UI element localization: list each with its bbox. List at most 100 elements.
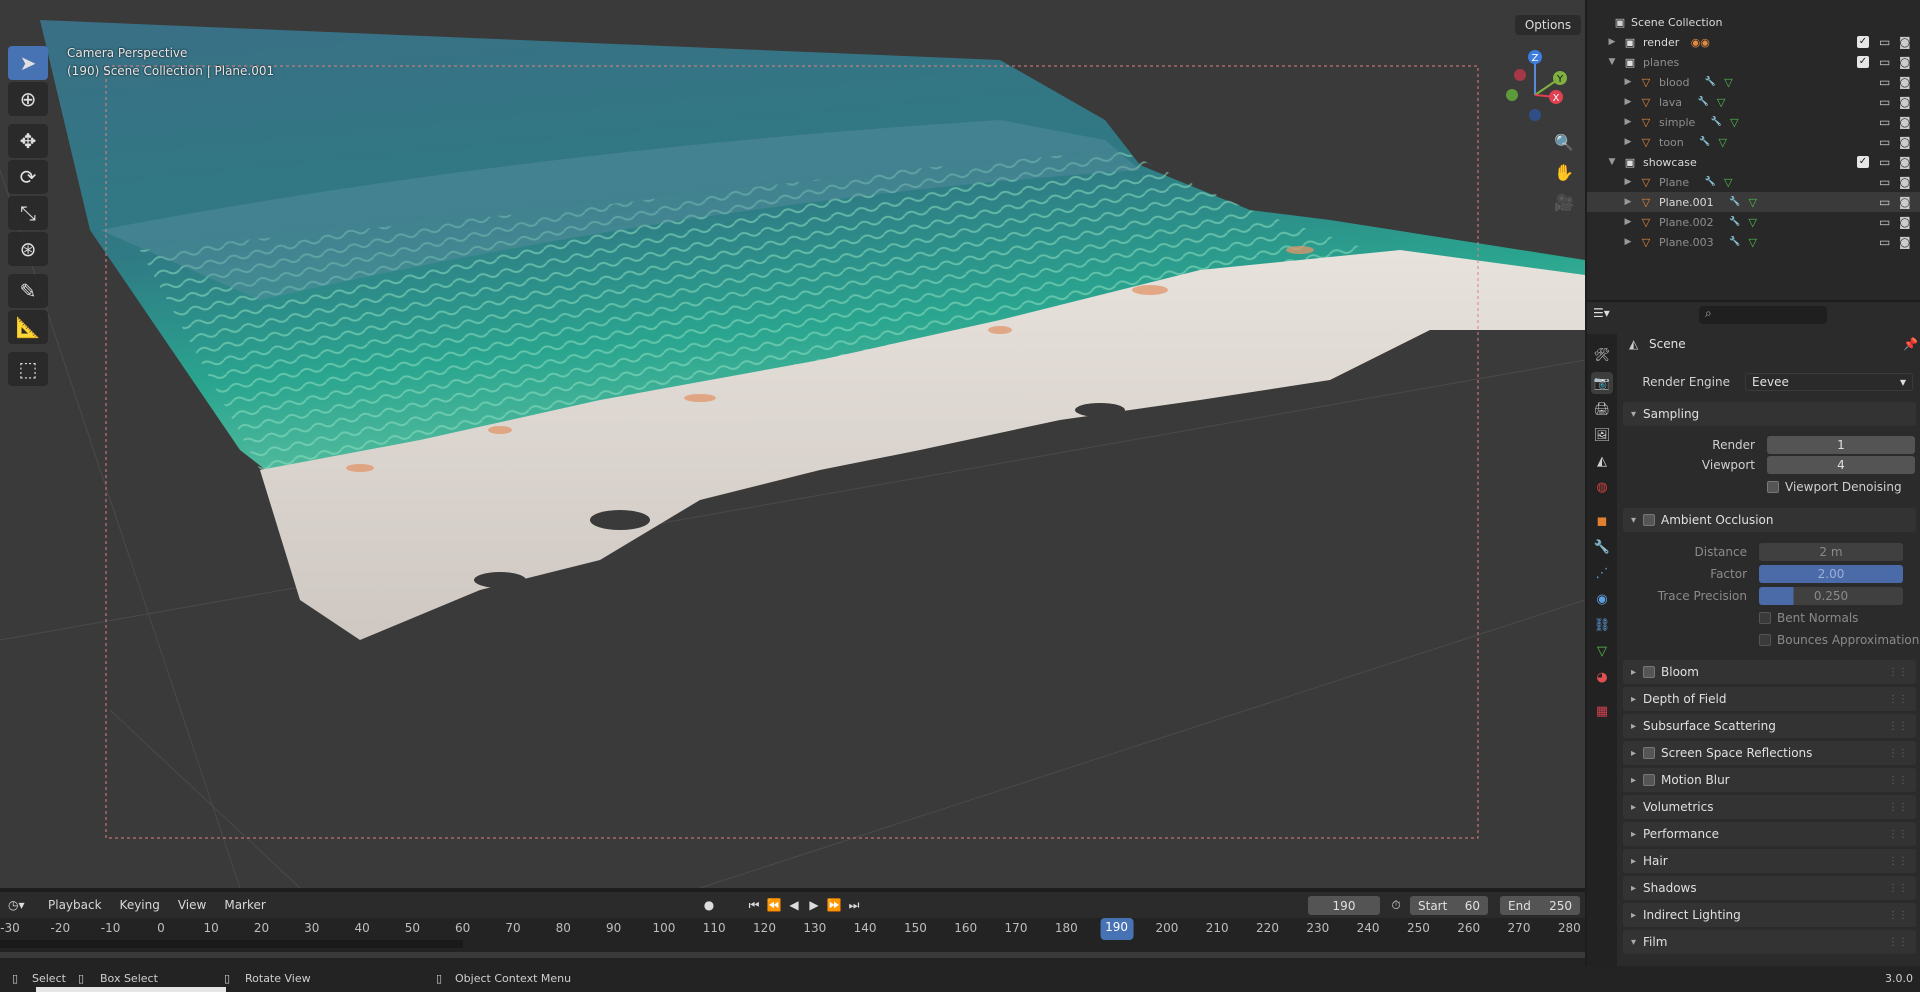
record-button[interactable]: ●: [700, 896, 718, 914]
outliner-row-render[interactable]: ▶ ▣ render ◉◉ ✓ ▭ ◙: [1587, 32, 1920, 52]
panel-sampling[interactable]: ▾ Sampling: [1623, 402, 1916, 426]
add-cube-tool-button[interactable]: ⬚: [8, 352, 48, 386]
render-camera-toggle-icon[interactable]: ◙: [1899, 115, 1911, 129]
panel-shadows[interactable]: ▸ Shadows ⋮⋮: [1623, 876, 1916, 900]
mesh-data-icon[interactable]: ▽: [1746, 235, 1760, 249]
render-objects-icon[interactable]: ◉◉: [1691, 35, 1710, 49]
navigation-gizmo[interactable]: Z Y X: [1506, 50, 1567, 121]
drag-handle-icon[interactable]: ⋮⋮: [1888, 883, 1908, 894]
outliner-row-showcase[interactable]: ▼ ▣ showcase ✓ ▭ ◙: [1587, 152, 1920, 172]
next-keyframe-button[interactable]: ⏩: [825, 896, 843, 914]
mesh-data-icon[interactable]: ▽: [1721, 175, 1735, 189]
tab-view-layer[interactable]: 🖼: [1591, 424, 1613, 446]
bent-normals-checkbox[interactable]: Bent Normals: [1759, 611, 1858, 625]
expand-caret-icon[interactable]: ▶: [1621, 95, 1635, 109]
tab-modifiers[interactable]: 🔧: [1591, 536, 1613, 558]
tab-constraints[interactable]: ⛓: [1591, 614, 1613, 636]
drag-handle-icon[interactable]: ⋮⋮: [1888, 802, 1908, 813]
drag-handle-icon[interactable]: ⋮⋮: [1888, 694, 1908, 705]
mesh-data-icon[interactable]: ▽: [1746, 215, 1760, 229]
viewport-display-icon[interactable]: ▭: [1879, 115, 1890, 129]
modifier-wrench-icon[interactable]: 🔧: [1696, 95, 1710, 109]
drag-handle-icon[interactable]: ⋮⋮: [1888, 667, 1908, 678]
viewport-display-icon[interactable]: ▭: [1879, 135, 1890, 149]
expand-caret-icon[interactable]: ▶: [1621, 235, 1635, 249]
panel-enable-checkbox[interactable]: [1643, 666, 1655, 678]
render-camera-toggle-icon[interactable]: ◙: [1899, 75, 1911, 89]
sampling-viewport-field[interactable]: 4: [1767, 456, 1915, 474]
panel-volumetrics[interactable]: ▸ Volumetrics ⋮⋮: [1623, 795, 1916, 819]
camera-view-button[interactable]: 🎥: [1550, 188, 1578, 216]
editor-type-clock-icon[interactable]: ◷▾: [8, 898, 36, 912]
pin-icon[interactable]: 📌: [1903, 337, 1918, 351]
end-frame-field[interactable]: End 250: [1500, 896, 1580, 915]
outliner-row-plane-002[interactable]: ▶ ▽ Plane.002 🔧 ▽ ▭ ◙: [1587, 212, 1920, 232]
measure-tool-button[interactable]: 📐: [8, 310, 48, 344]
pan-button[interactable]: ✋: [1550, 158, 1578, 186]
viewport-display-icon[interactable]: ▭: [1879, 155, 1890, 169]
keying-menu[interactable]: Keying: [114, 898, 166, 912]
tab-output[interactable]: 🖨: [1591, 398, 1613, 420]
panel-hair[interactable]: ▸ Hair ⋮⋮: [1623, 849, 1916, 873]
outliner-row-planes[interactable]: ▼ ▣ planes ✓ ▭ ◙: [1587, 52, 1920, 72]
drag-handle-icon[interactable]: ⋮⋮: [1888, 829, 1908, 840]
modifier-wrench-icon[interactable]: 🔧: [1728, 215, 1742, 229]
drag-handle-icon[interactable]: ⋮⋮: [1888, 856, 1908, 867]
panel-ambient-occlusion[interactable]: ▾ Ambient Occlusion: [1623, 508, 1916, 532]
panel-enable-checkbox[interactable]: [1643, 774, 1655, 786]
exclude-checkbox[interactable]: ✓: [1857, 36, 1869, 48]
current-frame-field[interactable]: 190: [1308, 896, 1380, 915]
modifier-wrench-icon[interactable]: 🔧: [1728, 195, 1742, 209]
panel-enable-checkbox[interactable]: [1643, 747, 1655, 759]
outliner-row-lava[interactable]: ▶ ▽ lava 🔧 ▽ ▭ ◙: [1587, 92, 1920, 112]
modifier-wrench-icon[interactable]: 🔧: [1728, 235, 1742, 249]
render-camera-toggle-icon[interactable]: ◙: [1899, 55, 1911, 69]
timeline-scrollbar[interactable]: [0, 952, 1585, 958]
outliner-row-simple[interactable]: ▶ ▽ simple 🔧 ▽ ▭ ◙: [1587, 112, 1920, 132]
annotate-tool-button[interactable]: ✎: [8, 274, 48, 308]
tab-tool[interactable]: 🛠: [1591, 344, 1613, 366]
expand-caret-icon[interactable]: ▼: [1605, 55, 1619, 69]
viewport-denoising-checkbox[interactable]: Viewport Denoising: [1767, 480, 1902, 494]
outliner-row-plane-003[interactable]: ▶ ▽ Plane.003 🔧 ▽ ▭ ◙: [1587, 232, 1920, 252]
mesh-data-icon[interactable]: ▽: [1746, 195, 1760, 209]
tab-object[interactable]: ◼: [1591, 510, 1613, 532]
sampling-render-field[interactable]: 1: [1767, 436, 1915, 454]
modifier-wrench-icon[interactable]: 🔧: [1698, 135, 1712, 149]
jump-end-button[interactable]: ⏭: [845, 896, 863, 914]
scale-tool-button[interactable]: ⤡: [8, 196, 48, 230]
viewport-display-icon[interactable]: ▭: [1879, 195, 1890, 209]
ao-factor-slider[interactable]: 2.00: [1759, 565, 1903, 583]
tab-material[interactable]: ◕: [1591, 666, 1613, 688]
panel-indirect-lighting[interactable]: ▸ Indirect Lighting ⋮⋮: [1623, 903, 1916, 927]
bounces-approx-checkbox[interactable]: Bounces Approximation: [1759, 633, 1919, 647]
start-frame-field[interactable]: Start 60: [1410, 896, 1488, 915]
mesh-data-icon[interactable]: ▽: [1716, 135, 1730, 149]
viewport-display-icon[interactable]: ▭: [1879, 75, 1890, 89]
zoom-button[interactable]: 🔍: [1550, 128, 1578, 156]
play-reverse-button[interactable]: ◀: [785, 896, 803, 914]
outliner-row-plane-001[interactable]: ▶ ▽ Plane.001 🔧 ▽ ▭ ◙: [1587, 192, 1920, 212]
modifier-wrench-icon[interactable]: 🔧: [1709, 115, 1723, 129]
expand-caret-icon[interactable]: ▼: [1605, 155, 1619, 169]
outliner-row-toon[interactable]: ▶ ▽ toon 🔧 ▽ ▭ ◙: [1587, 132, 1920, 152]
properties-search[interactable]: ⌕: [1699, 306, 1827, 324]
render-camera-toggle-icon[interactable]: ◙: [1899, 155, 1911, 169]
move-tool-button[interactable]: ✥: [8, 124, 48, 158]
ao-distance-field[interactable]: 2 m: [1759, 543, 1903, 561]
expand-caret-icon[interactable]: ▶: [1621, 75, 1635, 89]
viewport-display-icon[interactable]: ▭: [1879, 35, 1890, 49]
exclude-checkbox[interactable]: ✓: [1857, 56, 1869, 68]
expand-caret-icon[interactable]: ▶: [1605, 35, 1619, 49]
expand-caret-icon[interactable]: ▶: [1621, 135, 1635, 149]
drag-handle-icon[interactable]: ⋮⋮: [1888, 748, 1908, 759]
playhead[interactable]: 190: [1100, 918, 1134, 940]
mesh-data-icon[interactable]: ▽: [1727, 115, 1741, 129]
expand-caret-icon[interactable]: ▶: [1621, 175, 1635, 189]
panel-performance[interactable]: ▸ Performance ⋮⋮: [1623, 822, 1916, 846]
viewport-display-icon[interactable]: ▭: [1879, 175, 1890, 189]
tab-data[interactable]: ▽: [1591, 640, 1613, 662]
panel-bloom[interactable]: ▸ Bloom ⋮⋮: [1623, 660, 1916, 684]
drag-handle-icon[interactable]: ⋮⋮: [1888, 937, 1908, 948]
expand-caret-icon[interactable]: ▶: [1621, 195, 1635, 209]
